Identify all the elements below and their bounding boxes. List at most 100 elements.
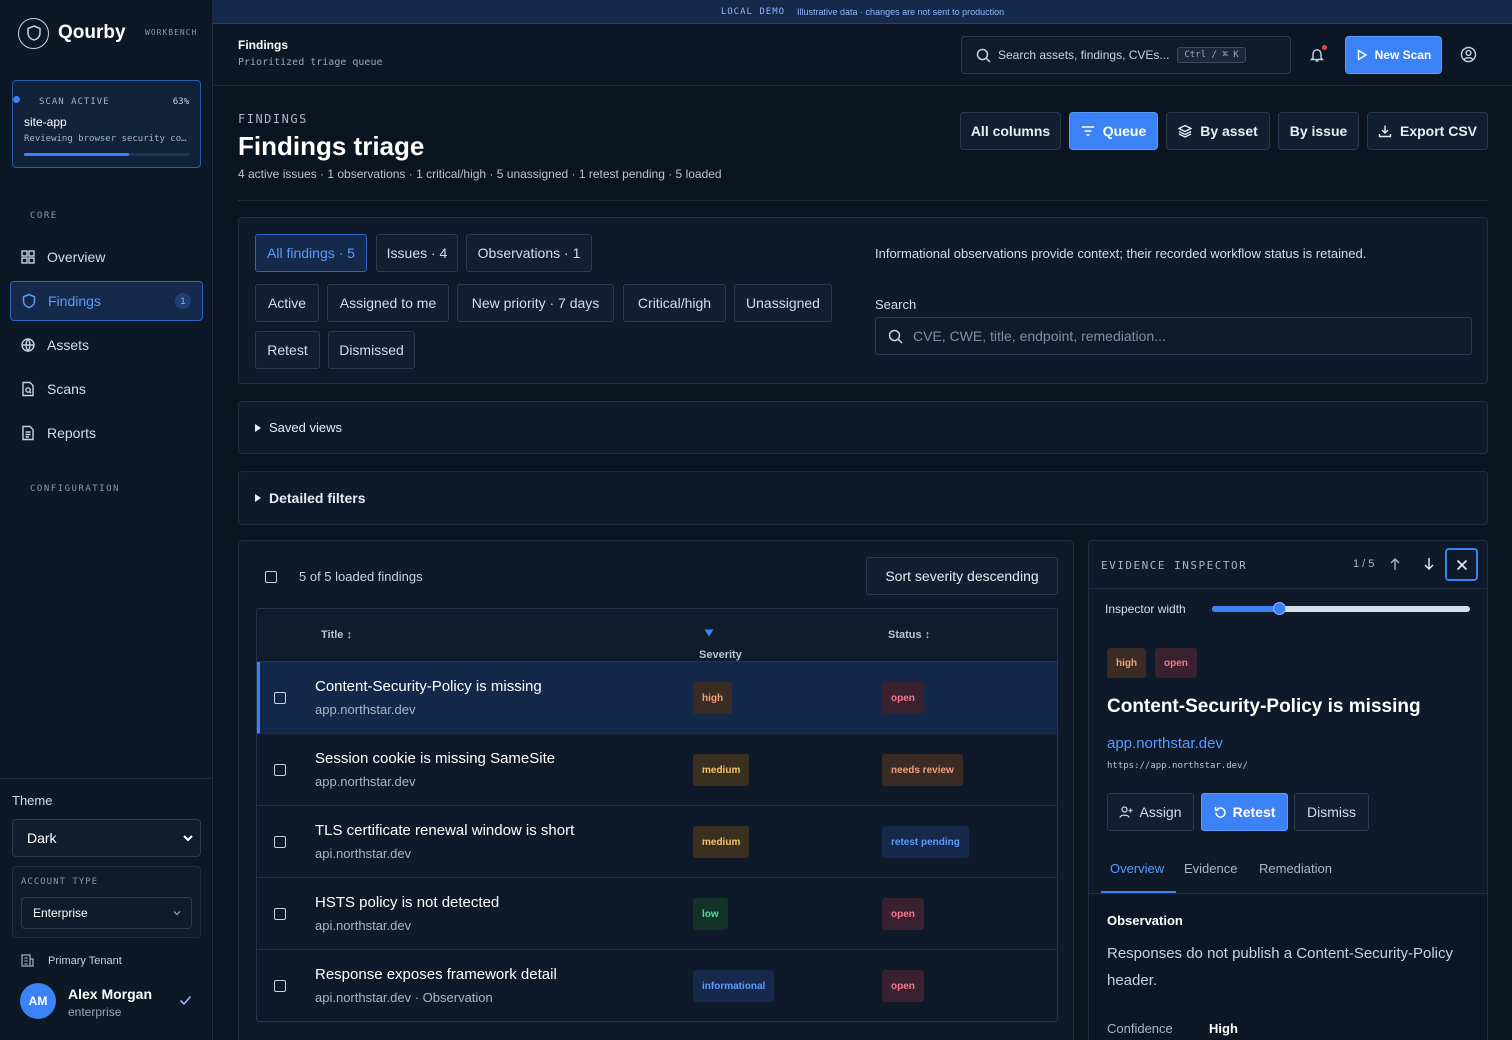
select-all-checkbox[interactable] [265,571,277,583]
table-row[interactable]: Response exposes framework detail api.no… [257,950,1057,1021]
user-profile-icon[interactable] [1460,46,1477,63]
sidebar-item-label: Reports [47,425,97,441]
user-plan: enterprise [68,1005,122,1019]
tab-overview[interactable]: Overview [1110,861,1164,876]
user-plus-icon [1119,805,1133,819]
page-eyebrow: FINDINGS [238,112,308,126]
page-title: Findings triage [238,131,425,161]
account-type-label: ACCOUNT TYPE [21,877,99,887]
sidebar-item-reports[interactable]: Reports [10,413,203,453]
close-inspector-button[interactable] [1445,548,1478,581]
inspector-width-slider[interactable] [1212,602,1470,615]
brand-name: Qourby [58,22,126,43]
brand[interactable]: Qourby [18,17,126,49]
detailed-filters-toggle[interactable]: Detailed filters [238,471,1488,525]
table-row[interactable]: Session cookie is missing SameSite app.n… [257,734,1057,806]
view-by-asset-button[interactable]: By asset [1166,112,1270,150]
finding-host: api.northstar.dev · Observation [315,990,493,1005]
scan-progress-bar [24,153,190,156]
demo-banner: LOCAL DEMO Illustrative data · changes a… [213,0,1512,24]
sort-button[interactable]: Sort severity descending [866,557,1058,595]
filter-critical-high[interactable]: Critical/high [623,284,726,322]
scan-status-card[interactable]: SCAN ACTIVE 63% site-app Reviewing brows… [12,80,201,168]
saved-views-toggle[interactable]: Saved views [238,401,1488,454]
grid-icon [20,249,36,265]
account-type-select[interactable]: Enterprise [21,897,192,929]
view-all-columns-button[interactable]: All columns [960,112,1061,150]
filter-active[interactable]: Active [255,284,319,322]
demo-banner-tag: LOCAL DEMO [720,6,786,17]
scope-observations[interactable]: Observations · 1 [466,234,592,272]
row-checkbox[interactable] [274,836,286,848]
findings-search-placeholder: CVE, CWE, title, endpoint, remediation..… [913,328,1166,344]
finding-title: TLS certificate renewal window is short [315,822,575,839]
findings-search-input[interactable]: CVE, CWE, title, endpoint, remediation..… [875,317,1472,355]
tab-remediation[interactable]: Remediation [1259,861,1332,876]
row-checkbox[interactable] [274,980,286,992]
chip-label: Observations · 1 [477,245,581,261]
status-badge: retest pending [882,826,969,858]
column-title[interactable]: Title ↕ [321,629,352,641]
slider-handle[interactable] [1273,602,1287,615]
row-checkbox[interactable] [274,908,286,920]
sidebar-item-assets[interactable]: Assets [10,325,203,365]
theme-select[interactable]: Dark [12,819,201,857]
sidebar-item-scans[interactable]: Scans [10,369,203,409]
theme-value: Dark [27,830,57,846]
scope-issues[interactable]: Issues · 4 [376,234,458,272]
caret-right-icon [255,423,261,432]
building-icon [20,953,35,968]
account-type-value: Enterprise [33,906,88,920]
divider [238,200,1488,201]
filter-retest[interactable]: Retest [255,331,320,369]
filter-new-priority[interactable]: New priority · 7 days [457,284,614,322]
retest-button[interactable]: Retest [1201,793,1288,831]
filter-assigned-to-me[interactable]: Assigned to me [327,284,449,322]
chip-label: Assigned to me [339,295,437,311]
scope-all-findings[interactable]: All findings · 5 [255,234,367,272]
account-type-card: ACCOUNT TYPE Enterprise [12,866,201,938]
column-severity[interactable]: Severity [699,629,742,661]
sidebar-item-findings[interactable]: Findings 1 [10,281,203,321]
arrow-down-icon[interactable] [1423,557,1435,571]
scan-progress-label: 63% [172,97,189,107]
table-row[interactable]: Content-Security-Policy is missing app.n… [257,662,1057,734]
row-checkbox[interactable] [274,764,286,776]
new-scan-button[interactable]: New Scan [1345,36,1442,74]
finding-host-link[interactable]: app.northstar.dev [1107,735,1223,752]
column-status[interactable]: Status ↕ [888,629,930,641]
severity-badge: informational [693,970,775,1002]
avatar[interactable]: AM [20,983,56,1019]
dismiss-button[interactable]: Dismiss [1294,793,1369,831]
demo-banner-text: Illustrative data · changes are not sent… [797,6,1005,17]
caret-right-icon [255,494,261,502]
filter-lines-icon [1081,125,1095,137]
findings-count: 5 of 5 loaded findings [299,569,423,584]
view-queue-button[interactable]: Queue [1069,112,1158,150]
retest-label: Retest [1232,804,1276,820]
arrow-up-icon[interactable] [1389,557,1401,571]
table-row[interactable]: TLS certificate renewal window is short … [257,806,1057,878]
sidebar-item-overview[interactable]: Overview [10,237,203,277]
view-by-issue-button[interactable]: By issue [1278,112,1359,150]
export-csv-button[interactable]: Export CSV [1367,112,1488,150]
tab-evidence[interactable]: Evidence [1184,861,1237,876]
filter-dismissed[interactable]: Dismissed [328,331,415,369]
scan-app-name: site-app [24,115,67,129]
sidebar-item-label: Scans [47,381,86,397]
row-checkbox[interactable] [274,692,286,704]
global-search-input[interactable]: Search assets, findings, CVEs... Ctrl / … [961,36,1291,74]
filter-unassigned[interactable]: Unassigned [734,284,832,322]
severity-badge: low [693,898,728,930]
status-badge: needs review [882,754,963,786]
chip-label: Unassigned [746,295,820,311]
assign-button[interactable]: Assign [1107,793,1194,831]
table-row[interactable]: HSTS policy is not detected api.northsta… [257,878,1057,950]
status-badge: open [882,682,924,714]
shield-logo-icon [18,17,49,49]
document-icon [20,425,36,441]
tenant-selector[interactable]: Primary Tenant [20,953,122,968]
chip-label: Active [267,295,307,311]
inspector-header: EVIDENCE INSPECTOR 1 / 5 [1089,541,1487,589]
active-tab-indicator [1101,891,1176,893]
